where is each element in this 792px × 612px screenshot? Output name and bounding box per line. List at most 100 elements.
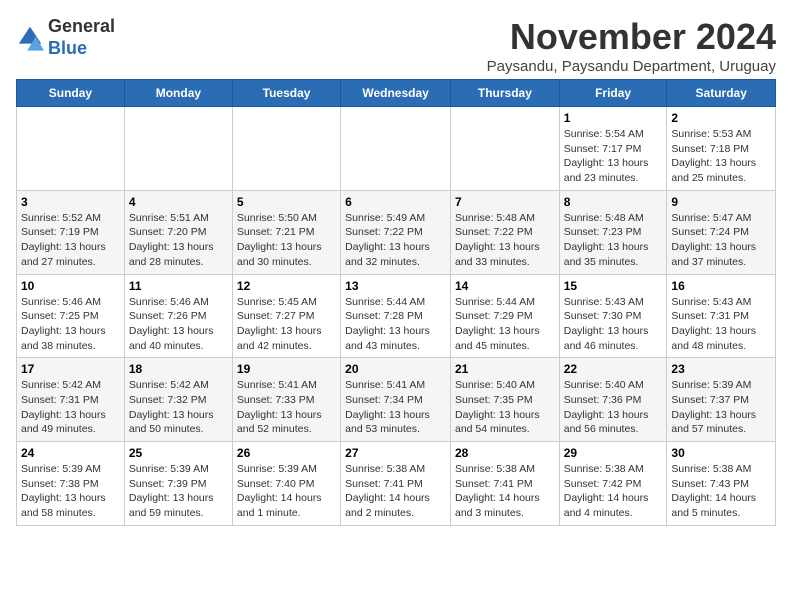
day-number: 3 <box>21 195 120 209</box>
calendar-cell: 22 Sunrise: 5:40 AM Sunset: 7:36 PM Dayli… <box>559 358 667 442</box>
day-number: 25 <box>129 446 228 460</box>
calendar-cell: 9 Sunrise: 5:47 AM Sunset: 7:24 PM Daylig… <box>667 190 776 274</box>
day-info: Sunrise: 5:39 AM Sunset: 7:39 PM Dayligh… <box>129 462 228 521</box>
header-tuesday: Tuesday <box>232 80 340 107</box>
day-info: Sunrise: 5:52 AM Sunset: 7:19 PM Dayligh… <box>21 211 120 270</box>
location-subtitle: Paysandu, Paysandu Department, Uruguay <box>487 58 776 75</box>
calendar-cell <box>341 107 451 191</box>
calendar-cell: 10 Sunrise: 5:46 AM Sunset: 7:25 PM Dayli… <box>17 274 125 358</box>
logo-icon <box>16 24 44 52</box>
day-number: 2 <box>671 111 771 125</box>
header-monday: Monday <box>124 80 232 107</box>
day-number: 1 <box>564 111 663 125</box>
day-number: 6 <box>345 195 446 209</box>
calendar-cell: 7 Sunrise: 5:48 AM Sunset: 7:22 PM Daylig… <box>450 190 559 274</box>
day-info: Sunrise: 5:46 AM Sunset: 7:25 PM Dayligh… <box>21 295 120 354</box>
logo-text: General Blue <box>48 16 115 59</box>
day-number: 29 <box>564 446 663 460</box>
calendar-cell: 1 Sunrise: 5:54 AM Sunset: 7:17 PM Daylig… <box>559 107 667 191</box>
day-number: 15 <box>564 279 663 293</box>
day-info: Sunrise: 5:44 AM Sunset: 7:29 PM Dayligh… <box>455 295 555 354</box>
calendar-cell: 26 Sunrise: 5:39 AM Sunset: 7:40 PM Dayli… <box>232 442 340 526</box>
day-info: Sunrise: 5:53 AM Sunset: 7:18 PM Dayligh… <box>671 127 771 186</box>
calendar-cell: 4 Sunrise: 5:51 AM Sunset: 7:20 PM Daylig… <box>124 190 232 274</box>
calendar-week-5: 24 Sunrise: 5:39 AM Sunset: 7:38 PM Dayli… <box>17 442 776 526</box>
calendar-cell: 6 Sunrise: 5:49 AM Sunset: 7:22 PM Daylig… <box>341 190 451 274</box>
calendar-cell: 3 Sunrise: 5:52 AM Sunset: 7:19 PM Daylig… <box>17 190 125 274</box>
calendar-week-3: 10 Sunrise: 5:46 AM Sunset: 7:25 PM Dayli… <box>17 274 776 358</box>
calendar-cell <box>17 107 125 191</box>
calendar-cell: 5Sunrise: 5:50 AM Sunset: 7:21 PM Daylig… <box>232 190 340 274</box>
day-number: 16 <box>671 279 771 293</box>
day-number: 20 <box>345 362 446 376</box>
calendar-cell: 29 Sunrise: 5:38 AM Sunset: 7:42 PM Dayli… <box>559 442 667 526</box>
calendar-cell: 19Sunrise: 5:41 AM Sunset: 7:33 PM Dayli… <box>232 358 340 442</box>
day-info: Sunrise: 5:42 AM Sunset: 7:31 PM Dayligh… <box>21 378 120 437</box>
days-header-row: Sunday Monday Tuesday Wednesday Thursday… <box>17 80 776 107</box>
day-number: 8 <box>564 195 663 209</box>
day-info: Sunrise: 5:38 AM Sunset: 7:41 PM Dayligh… <box>345 462 446 521</box>
calendar-cell: 25 Sunrise: 5:39 AM Sunset: 7:39 PM Dayli… <box>124 442 232 526</box>
header-thursday: Thursday <box>450 80 559 107</box>
day-info: Sunrise: 5:43 AM Sunset: 7:31 PM Dayligh… <box>671 295 771 354</box>
calendar-cell <box>232 107 340 191</box>
day-info: Sunrise: 5:38 AM Sunset: 7:42 PM Dayligh… <box>564 462 663 521</box>
day-info: Sunrise: 5:41 AM Sunset: 7:34 PM Dayligh… <box>345 378 446 437</box>
day-info: Sunrise: 5:40 AM Sunset: 7:36 PM Dayligh… <box>564 378 663 437</box>
calendar-cell: 18Sunrise: 5:42 AM Sunset: 7:32 PM Dayli… <box>124 358 232 442</box>
calendar-cell: 28Sunrise: 5:38 AM Sunset: 7:41 PM Dayli… <box>450 442 559 526</box>
day-info: Sunrise: 5:51 AM Sunset: 7:20 PM Dayligh… <box>129 211 228 270</box>
day-info: Sunrise: 5:46 AM Sunset: 7:26 PM Dayligh… <box>129 295 228 354</box>
day-info: Sunrise: 5:47 AM Sunset: 7:24 PM Dayligh… <box>671 211 771 270</box>
day-number: 22 <box>564 362 663 376</box>
month-title: November 2024 <box>487 16 776 58</box>
day-number: 13 <box>345 279 446 293</box>
day-info: Sunrise: 5:49 AM Sunset: 7:22 PM Dayligh… <box>345 211 446 270</box>
calendar-cell: 13Sunrise: 5:44 AM Sunset: 7:28 PM Dayli… <box>341 274 451 358</box>
calendar-cell: 14Sunrise: 5:44 AM Sunset: 7:29 PM Dayli… <box>450 274 559 358</box>
calendar-cell: 2 Sunrise: 5:53 AM Sunset: 7:18 PM Daylig… <box>667 107 776 191</box>
day-number: 10 <box>21 279 120 293</box>
day-number: 17 <box>21 362 120 376</box>
day-info: Sunrise: 5:43 AM Sunset: 7:30 PM Dayligh… <box>564 295 663 354</box>
day-number: 24 <box>21 446 120 460</box>
day-number: 12 <box>237 279 336 293</box>
calendar-cell: 11 Sunrise: 5:46 AM Sunset: 7:26 PM Dayli… <box>124 274 232 358</box>
calendar-cell: 23 Sunrise: 5:39 AM Sunset: 7:37 PM Dayli… <box>667 358 776 442</box>
calendar-cell <box>124 107 232 191</box>
day-number: 11 <box>129 279 228 293</box>
calendar-cell: 16 Sunrise: 5:43 AM Sunset: 7:31 PM Dayli… <box>667 274 776 358</box>
day-info: Sunrise: 5:38 AM Sunset: 7:41 PM Dayligh… <box>455 462 555 521</box>
day-info: Sunrise: 5:39 AM Sunset: 7:40 PM Dayligh… <box>237 462 336 521</box>
day-number: 30 <box>671 446 771 460</box>
day-info: Sunrise: 5:54 AM Sunset: 7:17 PM Dayligh… <box>564 127 663 186</box>
calendar-cell: 24 Sunrise: 5:39 AM Sunset: 7:38 PM Dayli… <box>17 442 125 526</box>
day-info: Sunrise: 5:41 AM Sunset: 7:33 PM Dayligh… <box>237 378 336 437</box>
calendar-cell: 8 Sunrise: 5:48 AM Sunset: 7:23 PM Daylig… <box>559 190 667 274</box>
day-number: 7 <box>455 195 555 209</box>
day-number: 26 <box>237 446 336 460</box>
day-number: 4 <box>129 195 228 209</box>
day-info: Sunrise: 5:40 AM Sunset: 7:35 PM Dayligh… <box>455 378 555 437</box>
day-info: Sunrise: 5:50 AM Sunset: 7:21 PM Dayligh… <box>237 211 336 270</box>
calendar-cell: 27 Sunrise: 5:38 AM Sunset: 7:41 PM Dayli… <box>341 442 451 526</box>
calendar-cell: 12Sunrise: 5:45 AM Sunset: 7:27 PM Dayli… <box>232 274 340 358</box>
day-info: Sunrise: 5:48 AM Sunset: 7:22 PM Dayligh… <box>455 211 555 270</box>
calendar-cell: 15 Sunrise: 5:43 AM Sunset: 7:30 PM Dayli… <box>559 274 667 358</box>
header-friday: Friday <box>559 80 667 107</box>
logo: General Blue <box>16 16 115 59</box>
day-info: Sunrise: 5:42 AM Sunset: 7:32 PM Dayligh… <box>129 378 228 437</box>
day-number: 9 <box>671 195 771 209</box>
calendar-cell <box>450 107 559 191</box>
header-wednesday: Wednesday <box>341 80 451 107</box>
day-info: Sunrise: 5:48 AM Sunset: 7:23 PM Dayligh… <box>564 211 663 270</box>
day-number: 23 <box>671 362 771 376</box>
header: General Blue November 2024 Paysandu, Pay… <box>16 16 776 75</box>
day-info: Sunrise: 5:39 AM Sunset: 7:37 PM Dayligh… <box>671 378 771 437</box>
day-info: Sunrise: 5:39 AM Sunset: 7:38 PM Dayligh… <box>21 462 120 521</box>
calendar-cell: 30Sunrise: 5:38 AM Sunset: 7:43 PM Dayli… <box>667 442 776 526</box>
logo-blue: Blue <box>48 38 87 58</box>
day-number: 27 <box>345 446 446 460</box>
header-sunday: Sunday <box>17 80 125 107</box>
logo-general: General <box>48 16 115 36</box>
